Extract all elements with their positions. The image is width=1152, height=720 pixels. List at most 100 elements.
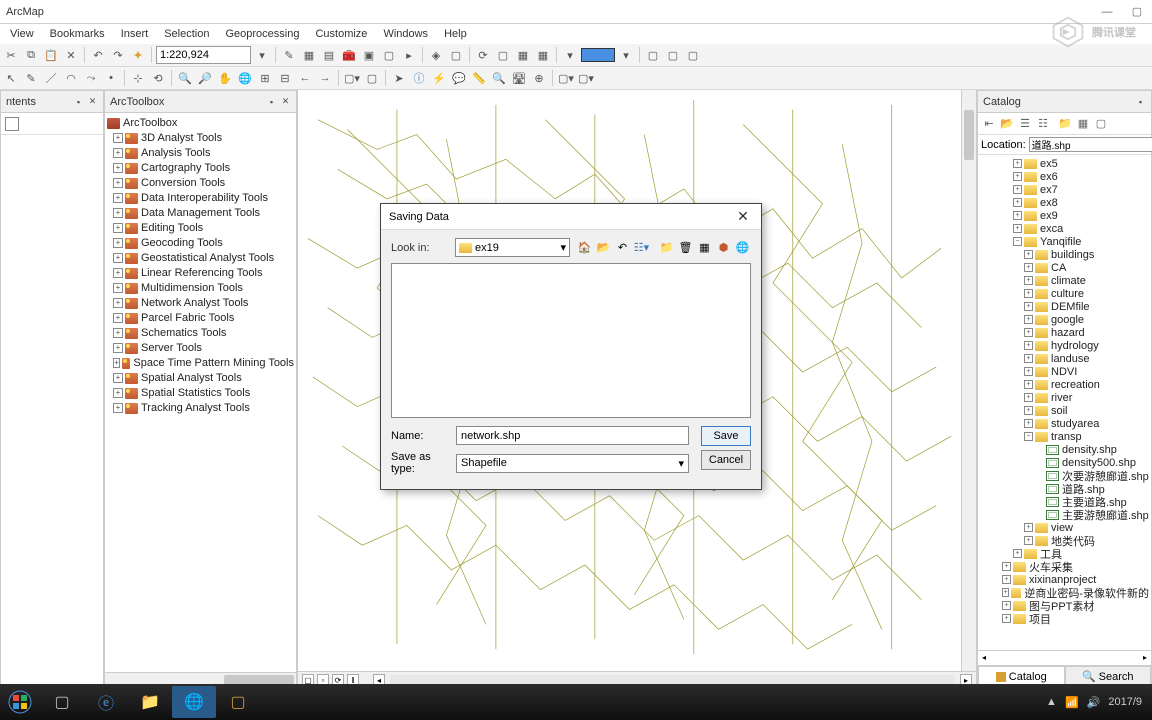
expand-icon[interactable]: + — [1002, 614, 1011, 623]
expand-icon[interactable]: + — [113, 388, 123, 398]
add-icon[interactable]: ✦ — [129, 46, 147, 64]
point-icon[interactable]: • — [102, 69, 120, 87]
catalog-folder[interactable]: +CA — [980, 261, 1149, 274]
save-button[interactable]: Save — [701, 426, 751, 446]
toolbox-item[interactable]: +Data Interoperability Tools — [107, 191, 294, 205]
catalog-folder[interactable]: +landuse — [980, 352, 1149, 365]
expand-icon[interactable]: + — [1024, 328, 1033, 337]
expand-icon[interactable]: + — [113, 403, 123, 413]
catalog-folder[interactable]: +hazard — [980, 326, 1149, 339]
home-icon[interactable]: ⇤ — [981, 116, 997, 132]
toolbox-item[interactable]: +Network Analyst Tools — [107, 296, 294, 310]
expand-icon[interactable]: + — [1024, 341, 1033, 350]
expand-icon[interactable]: + — [1024, 276, 1033, 285]
add-data-icon[interactable]: ◈ — [427, 46, 445, 64]
expand-icon[interactable]: + — [1024, 250, 1033, 259]
expand-icon[interactable]: + — [113, 358, 120, 368]
clock[interactable]: 2017/9 — [1108, 696, 1142, 708]
expand-icon[interactable]: + — [1024, 523, 1033, 532]
delete-icon[interactable]: 🗑 — [677, 239, 694, 256]
app-task-icon[interactable]: ▢ — [216, 686, 260, 718]
catalog-folder[interactable]: +river — [980, 391, 1149, 404]
expand-icon[interactable]: + — [1024, 354, 1033, 363]
html-popup-icon[interactable]: 💬 — [450, 69, 468, 87]
rotate-icon[interactable]: ⟲ — [149, 69, 167, 87]
menu-help[interactable]: Help — [436, 26, 475, 42]
select-features-icon[interactable]: ▢▾ — [343, 69, 361, 87]
layers-icon[interactable]: ▦ — [300, 46, 318, 64]
hyperlink-icon[interactable]: ⚡ — [430, 69, 448, 87]
catalog-folder[interactable]: +recreation — [980, 378, 1149, 391]
toggle-icon[interactable]: ▢ — [1093, 116, 1109, 132]
pin-icon[interactable]: ▪ — [73, 96, 84, 107]
expand-icon[interactable]: + — [113, 238, 123, 248]
catalog-folder[interactable]: +culture — [980, 287, 1149, 300]
arrow-icon[interactable]: ↖ — [2, 69, 20, 87]
toolbox-item[interactable]: +Editing Tools — [107, 221, 294, 235]
toolbox-item[interactable]: +Multidimension Tools — [107, 281, 294, 295]
edit-icon[interactable]: ✎ — [22, 69, 40, 87]
full-extent-icon[interactable]: 🌐 — [236, 69, 254, 87]
go-to-xy-icon[interactable]: ⊕ — [530, 69, 548, 87]
expand-icon[interactable]: + — [1013, 198, 1022, 207]
menu-view[interactable]: View — [2, 26, 42, 42]
expand-icon[interactable]: + — [113, 208, 123, 218]
cut-icon[interactable]: ✂ — [2, 46, 20, 64]
expand-icon[interactable]: + — [113, 298, 123, 308]
menu-customize[interactable]: Customize — [307, 26, 375, 42]
new-folder-icon[interactable]: 📁 — [658, 239, 675, 256]
expand-icon[interactable]: − — [1024, 432, 1033, 441]
scroll-left-icon[interactable]: ◂ — [978, 651, 990, 663]
catalog-folder[interactable]: +soil — [980, 404, 1149, 417]
catalog-folder[interactable]: −Yanqifile — [980, 235, 1149, 248]
expand-icon[interactable]: + — [113, 193, 123, 203]
lock-icon[interactable]: ▦ — [514, 46, 532, 64]
refresh-icon[interactable]: ⟳ — [474, 46, 492, 64]
connect-gdb-icon[interactable]: ▦ — [1075, 116, 1091, 132]
expand-icon[interactable]: + — [1024, 315, 1033, 324]
ie-icon[interactable]: ⓔ — [84, 686, 128, 718]
pin-icon[interactable]: ▪ — [266, 96, 277, 107]
chevron-down-icon[interactable]: ▾ — [617, 46, 635, 64]
arc-icon[interactable]: ◠ — [62, 69, 80, 87]
file-list[interactable] — [391, 263, 751, 418]
expand-icon[interactable]: + — [1024, 302, 1033, 311]
catalog-folder[interactable]: +项目 — [980, 612, 1149, 625]
toolbox-item[interactable]: +Analysis Tools — [107, 146, 294, 160]
find-route-icon[interactable]: 🛣 — [510, 69, 528, 87]
expand-icon[interactable]: + — [113, 328, 123, 338]
model-icon[interactable]: ▢ — [380, 46, 398, 64]
expand-icon[interactable]: + — [1002, 562, 1011, 571]
trace-icon[interactable]: ⤳ — [82, 69, 100, 87]
expand-icon[interactable]: + — [113, 373, 123, 383]
tree-icon[interactable]: ☰ — [1017, 116, 1033, 132]
zoom-in-icon[interactable]: 🔍 — [176, 69, 194, 87]
scale-input[interactable]: 1:220,924 — [156, 46, 251, 64]
catalog-folder[interactable]: +ex5 — [980, 157, 1149, 170]
measure-icon[interactable]: 📏 — [470, 69, 488, 87]
expand-icon[interactable]: + — [113, 178, 123, 188]
catalog-folder[interactable]: +图与PPT素材 — [980, 599, 1149, 612]
toolbox-item[interactable]: +Parcel Fabric Tools — [107, 311, 294, 325]
catalog-folder[interactable]: +ex6 — [980, 170, 1149, 183]
expand-icon[interactable]: + — [113, 343, 123, 353]
toolbox-item[interactable]: +Server Tools — [107, 341, 294, 355]
expand-icon[interactable]: + — [113, 253, 123, 263]
location-input[interactable] — [1029, 137, 1152, 152]
close-icon[interactable]: ✕ — [733, 207, 753, 227]
catalog-folder[interactable]: −transp — [980, 430, 1149, 443]
back-icon[interactable]: ↶ — [614, 239, 631, 256]
expand-icon[interactable]: + — [113, 268, 123, 278]
catalog-folder[interactable]: +exca — [980, 222, 1149, 235]
expand-icon[interactable]: + — [1013, 159, 1022, 168]
menu-insert[interactable]: Insert — [113, 26, 157, 42]
identify-icon[interactable]: ⓘ — [410, 69, 428, 87]
menu-geoprocessing[interactable]: Geoprocessing — [217, 26, 307, 42]
toolbox-item[interactable]: +Geocoding Tools — [107, 236, 294, 250]
catalog-folder[interactable]: +buildings — [980, 248, 1149, 261]
catalog-window-icon[interactable]: ▢ — [447, 46, 465, 64]
toolbox-item[interactable]: +Space Time Pattern Mining Tools — [107, 356, 294, 370]
forward-icon[interactable]: → — [316, 69, 334, 87]
catalog-folder[interactable]: +google — [980, 313, 1149, 326]
expand-icon[interactable]: + — [1013, 172, 1022, 181]
